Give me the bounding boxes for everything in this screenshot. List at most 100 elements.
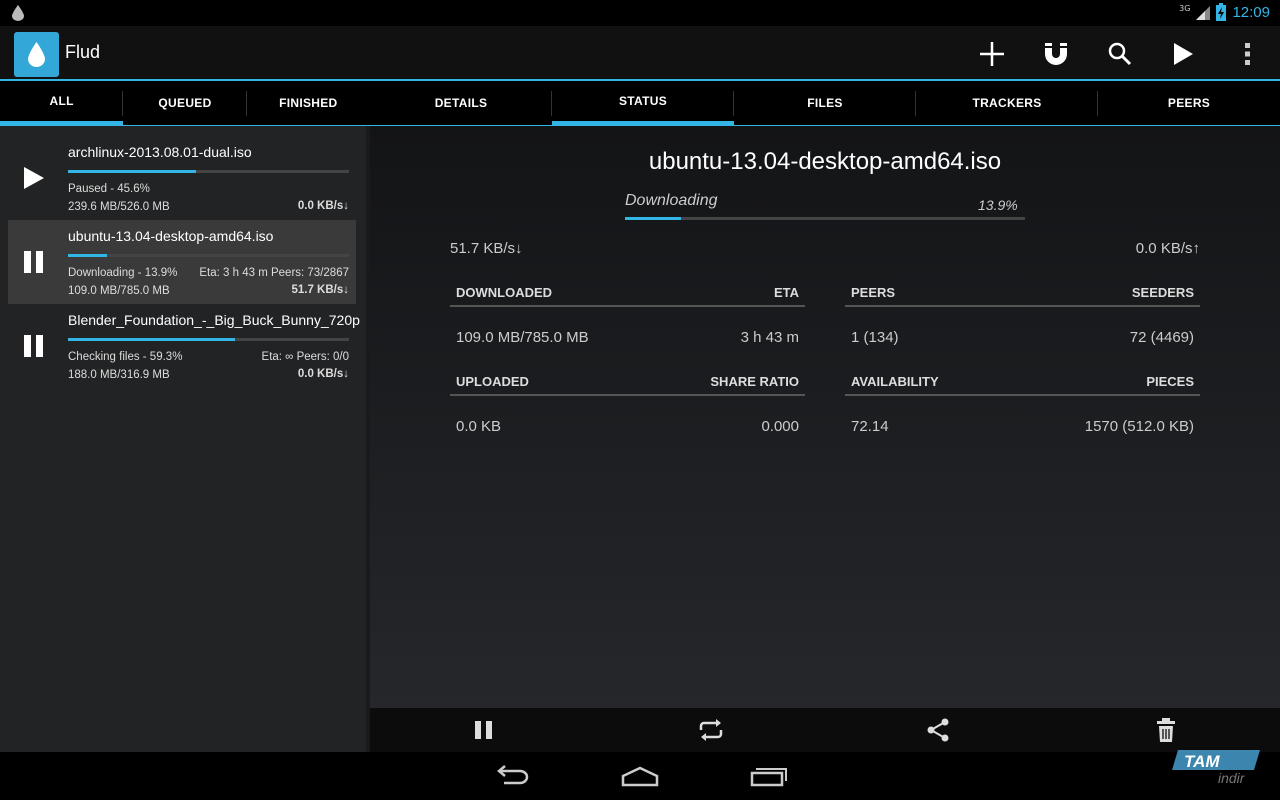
torrent-speed: 51.7 KB/s↓ (291, 284, 349, 296)
tab-peers[interactable]: PEERS (1098, 81, 1280, 126)
torrent-name: ubuntu-13.04-desktop-amd64.iso (68, 228, 274, 244)
torrent-name: Blender_Foundation_-_Big_Buck_Bunny_720p (68, 312, 360, 328)
tab-label: FILES (807, 96, 843, 110)
uploaded-ratio-values: 0.0 KB 0.000 (450, 418, 805, 440)
delete-torrent-button[interactable] (1151, 715, 1181, 745)
magnet-icon (1045, 43, 1067, 65)
add-magnet-button[interactable] (1036, 34, 1076, 74)
peers-label: PEERS (851, 285, 896, 300)
torrent-name: archlinux-2013.08.01-dual.iso (68, 144, 252, 160)
tab-all[interactable]: ALL (0, 81, 124, 126)
tab-label: DETAILS (434, 96, 488, 110)
progress-fill (68, 170, 197, 173)
share-torrent-button[interactable] (923, 715, 953, 745)
progress-fill (68, 338, 235, 341)
tab-label: STATUS (618, 94, 668, 108)
uploaded-value: 0.0 KB (456, 418, 502, 435)
torrent-pause-button[interactable] (20, 332, 48, 360)
tab-label: TRACKERS (972, 96, 1042, 110)
torrent-list: archlinux-2013.08.01-dual.iso Paused - 4… (0, 126, 370, 752)
torrent-speed: 0.0 KB/s↓ (297, 368, 349, 380)
search-button[interactable] (1100, 34, 1140, 74)
eta-value: 3 h 43 m (740, 329, 799, 346)
availability-pieces-values: 72.14 1570 (512.0 KB) (845, 418, 1200, 440)
watermark-line2: indir (1218, 770, 1246, 786)
downloaded-eta-values: 109.0 MB/785.0 MB 3 h 43 m (450, 329, 805, 351)
recheck-torrent-button[interactable] (696, 715, 726, 745)
pieces-value: 1570 (512.0 KB) (1084, 418, 1194, 435)
recents-icon (750, 768, 787, 787)
availability-label: AVAILABILITY (851, 374, 939, 389)
action-bar: Flud (0, 26, 1280, 81)
torrent-item[interactable]: Blender_Foundation_-_Big_Buck_Bunny_720p… (8, 304, 360, 388)
uploaded-ratio-header: UPLOADED SHARE RATIO (450, 368, 805, 396)
torrent-size: 109.0 MB/785.0 MB (68, 285, 170, 297)
torrent-progress-bar (68, 338, 349, 341)
back-button[interactable] (492, 762, 532, 790)
home-button[interactable] (620, 762, 660, 790)
seeders-label: SEEDERS (1131, 285, 1194, 300)
peers-value: 1 (134) (851, 329, 899, 346)
download-speed: 51.7 KB/s↓ (450, 240, 523, 257)
tab-files[interactable]: FILES (734, 81, 916, 126)
play-icon (24, 167, 44, 189)
tab-queued[interactable]: QUEUED (123, 81, 247, 126)
torrent-item[interactable]: archlinux-2013.08.01-dual.iso Paused - 4… (8, 136, 356, 220)
torrent-pause-button[interactable] (20, 248, 48, 276)
tab-details[interactable]: DETAILS (370, 81, 552, 126)
torrent-status: Checking files - 59.3% (68, 351, 183, 363)
torrent-size: 239.6 MB/526.0 MB (68, 201, 170, 213)
app-logo[interactable] (14, 32, 59, 77)
availability-pieces-header: AVAILABILITY PIECES (845, 368, 1200, 396)
overflow-menu-button[interactable] (1228, 34, 1268, 74)
status-bar: 3G 12:09 (0, 0, 1280, 26)
system-navigation-bar (0, 752, 1280, 800)
peers-seeders-values: 1 (134) 72 (4469) (845, 329, 1200, 351)
resume-all-button[interactable] (1163, 34, 1203, 74)
status-detail-panel: ubuntu-13.04-desktop-amd64.iso Downloadi… (370, 126, 1280, 708)
upload-speed: 0.0 KB/s↑ (1135, 240, 1200, 257)
signal-icon (1196, 6, 1211, 20)
pause-icon (24, 251, 43, 273)
torrent-progress-bar (68, 254, 349, 257)
availability-value: 72.14 (851, 418, 889, 435)
detail-progress-bar (625, 217, 1025, 220)
share-ratio-value: 0.000 (761, 418, 799, 435)
torrent-speed: 0.0 KB/s↓ (297, 200, 349, 212)
seeders-value: 72 (4469) (1129, 329, 1194, 346)
tab-trackers[interactable]: TRACKERS (916, 81, 1098, 126)
torrent-item[interactable]: ubuntu-13.04-desktop-amd64.iso Downloadi… (8, 220, 356, 304)
torrent-progress-bar (68, 170, 349, 173)
pause-icon (24, 335, 43, 357)
share-icon (927, 718, 949, 742)
add-torrent-button[interactable] (972, 34, 1012, 74)
detail-percent: 13.9% (978, 197, 1018, 213)
tab-status[interactable]: STATUS (552, 81, 734, 126)
detail-tabs: DETAILS STATUS FILES TRACKERS PEERS (370, 81, 1280, 126)
downloaded-value: 109.0 MB/785.0 MB (456, 329, 589, 346)
battery-icon (1216, 3, 1227, 21)
pause-torrent-button[interactable] (469, 715, 499, 745)
watermark-logo: TAM indir (1170, 748, 1264, 788)
detail-state: Downloading (625, 192, 718, 209)
torrent-resume-button[interactable] (20, 164, 48, 192)
flud-notification-icon (12, 5, 24, 21)
delete-icon (1157, 718, 1175, 742)
progress-fill (625, 217, 681, 220)
app-title: Flud (65, 42, 101, 62)
peers-seeders-header: PEERS SEEDERS (845, 279, 1200, 307)
torrent-status: Paused - 45.6% (68, 183, 150, 195)
pause-icon (475, 721, 492, 739)
tab-label: QUEUED (158, 96, 212, 110)
repeat-icon (699, 719, 723, 741)
home-icon (621, 766, 659, 787)
detail-torrent-title: ubuntu-13.04-desktop-amd64.iso (648, 148, 1002, 175)
recents-button[interactable] (749, 762, 789, 790)
downloaded-eta-header: DOWNLOADED ETA (450, 279, 805, 307)
list-filter-tabs: ALL QUEUED FINISHED (0, 81, 370, 126)
share-ratio-label: SHARE RATIO (710, 374, 799, 389)
network-type-label: 3G (1179, 3, 1191, 13)
progress-fill (68, 254, 108, 257)
search-icon (1108, 42, 1132, 66)
tab-finished[interactable]: FINISHED (246, 81, 370, 126)
